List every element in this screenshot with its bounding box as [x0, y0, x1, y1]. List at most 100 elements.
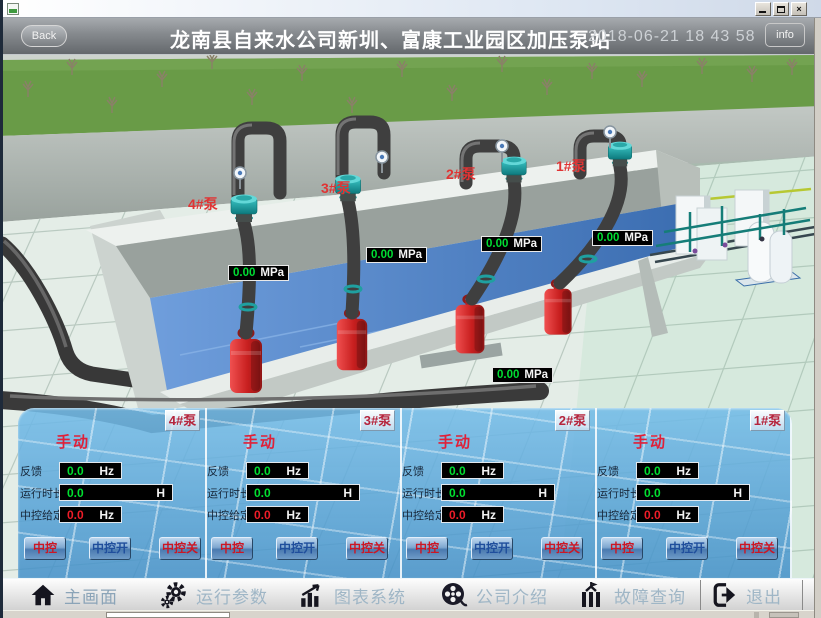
pump-panel-3: 3#泵 手动 反馈 0.0Hz 运行时长 0.0H 中控给定 0.0Hz 中控 …: [205, 408, 400, 578]
timestamp: 2018-06-21 18 43 58: [588, 28, 756, 46]
maximize-button[interactable]: [773, 2, 789, 16]
scene-label-pump2: 2#泵: [446, 164, 476, 184]
pressure-unit: MPa: [513, 238, 537, 250]
bottom-status-strip: [0, 610, 821, 618]
nav-label: 图表系统: [334, 583, 406, 608]
gear-icon: [160, 581, 188, 609]
pressure-value: 0.00: [497, 369, 519, 381]
nav-divider: [700, 580, 701, 610]
runtime-display: 0.0H: [441, 484, 555, 501]
nav-label: 公司介绍: [476, 583, 548, 608]
pump-tag: 3#泵: [360, 410, 395, 431]
central-control-off-button[interactable]: 中控关: [159, 537, 201, 560]
nav-item-exit[interactable]: 退出: [712, 581, 782, 609]
feedback-label: 反馈: [20, 463, 59, 479]
pressure-display-pump2: 0.00 MPa: [481, 236, 542, 252]
nav-divider: [802, 580, 803, 610]
minimize-icon: [759, 11, 766, 13]
central-control-button[interactable]: 中控: [211, 537, 253, 560]
central-control-on-button[interactable]: 中控开: [276, 537, 318, 560]
home-icon: [30, 582, 56, 608]
pressure-display-pump4: 0.00 MPa: [228, 265, 289, 281]
pressure-value: 0.00: [597, 232, 619, 244]
film-reel-icon: [440, 581, 468, 609]
minimize-button[interactable]: [755, 2, 771, 16]
mode-indicator: 手动: [243, 431, 277, 452]
feedback-display: 0.0Hz: [246, 462, 309, 479]
runtime-label: 运行时长: [402, 485, 441, 501]
setpoint-label: 中控给定: [402, 507, 441, 523]
panel-divider: [790, 408, 792, 578]
nav-item-main-screen[interactable]: 主画面: [30, 581, 118, 609]
scene-label-pump3: 3#泵: [321, 178, 351, 198]
maximize-icon: [777, 6, 785, 13]
pump-panel-1: 1#泵 手动 反馈 0.0Hz 运行时长 0.0H 中控给定 0.0Hz 中控 …: [595, 408, 790, 578]
setpoint-display: 0.0Hz: [636, 506, 699, 523]
runtime-display: 0.0H: [246, 484, 360, 501]
nav-item-chart-system[interactable]: 图表系统: [298, 581, 406, 609]
central-control-off-button[interactable]: 中控关: [346, 537, 388, 560]
pressure-value: 0.00: [486, 238, 508, 250]
scene-3d: 4#泵 3#泵 2#泵 1#泵 0.00MPa 0.00MPa 0.00MPa …: [0, 55, 821, 578]
setpoint-label: 中控给定: [20, 507, 59, 523]
feedback-label: 反馈: [402, 463, 441, 479]
nav-bar: 主画面 运行参数 图表系统: [0, 578, 821, 610]
pressure-value: 0.00: [233, 267, 255, 279]
pump-tag: 2#泵: [555, 410, 590, 431]
setpoint-display: 0.0Hz: [246, 506, 309, 523]
pressure-unit: MPa: [260, 267, 284, 279]
mode-indicator: 手动: [438, 431, 472, 452]
setpoint-label: 中控给定: [597, 507, 636, 523]
pump-control-overlay: 4#泵 手动 反馈 0.0Hz 运行时长 0.0H 中控给定 0.0Hz 中控 …: [18, 408, 792, 578]
app-window: × Back 龙南县自来水公司新圳、富康工业园区加压泵站 2018-06-21 …: [0, 0, 821, 618]
central-control-on-button[interactable]: 中控开: [89, 537, 131, 560]
central-control-off-button[interactable]: 中控关: [736, 537, 778, 560]
close-button[interactable]: ×: [791, 2, 807, 16]
exit-icon: [712, 582, 738, 608]
nav-item-run-params[interactable]: 运行参数: [160, 581, 268, 609]
pump-tag: 4#泵: [165, 410, 200, 431]
nav-item-fault-query[interactable]: 故障查询: [578, 581, 686, 609]
feedback-label: 反馈: [207, 463, 246, 479]
nav-label: 故障查询: [614, 583, 686, 608]
nav-label: 退出: [746, 583, 782, 608]
mode-indicator: 手动: [633, 431, 667, 452]
chart-icon: [298, 582, 326, 608]
runtime-display: 0.0H: [59, 484, 173, 501]
back-button[interactable]: Back: [21, 25, 67, 47]
central-control-on-button[interactable]: 中控开: [666, 537, 708, 560]
setpoint-display: 0.0Hz: [441, 506, 504, 523]
runtime-display: 0.0H: [636, 484, 750, 501]
bottom-widget: [754, 612, 759, 618]
scene-label-pump1: 1#泵: [556, 156, 586, 176]
mode-indicator: 手动: [56, 431, 90, 452]
central-control-on-button[interactable]: 中控开: [471, 537, 513, 560]
pressure-unit: MPa: [524, 369, 548, 381]
pump-panel-4: 4#泵 手动 反馈 0.0Hz 运行时长 0.0H 中控给定 0.0Hz 中控 …: [18, 408, 205, 578]
pressure-display-outlet: 0.00 MPa: [492, 367, 553, 383]
feedback-display: 0.0Hz: [59, 462, 122, 479]
pressure-display-pump1: 0.00 MPa: [592, 230, 653, 246]
central-control-button[interactable]: 中控: [24, 537, 66, 560]
info-button[interactable]: info: [765, 23, 805, 47]
central-control-button[interactable]: 中控: [601, 537, 643, 560]
pressure-unit: MPa: [624, 232, 648, 244]
setpoint-display: 0.0Hz: [59, 506, 122, 523]
feedback-display: 0.0Hz: [441, 462, 504, 479]
nav-item-company-intro[interactable]: 公司介绍: [440, 581, 548, 609]
pump-tag: 1#泵: [750, 410, 785, 431]
pump-panel-2: 2#泵 手动 反馈 0.0Hz 运行时长 0.0H 中控给定 0.0Hz 中控 …: [400, 408, 595, 578]
scene-label-pump4: 4#泵: [188, 194, 218, 214]
page-title: 龙南县自来水公司新圳、富康工业园区加压泵站: [170, 24, 590, 53]
nav-label: 运行参数: [196, 583, 268, 608]
feedback-display: 0.0Hz: [636, 462, 699, 479]
header-bar: Back 龙南县自来水公司新圳、富康工业园区加压泵站 2018-06-21 18…: [0, 18, 821, 55]
setpoint-label: 中控给定: [207, 507, 246, 523]
bottom-input-box[interactable]: [106, 612, 230, 618]
bottom-widget: [769, 612, 799, 618]
pressure-display-pump3: 0.00MPa: [366, 247, 427, 263]
central-control-button[interactable]: 中控: [406, 537, 448, 560]
central-control-off-button[interactable]: 中控关: [541, 537, 583, 560]
title-bar: ×: [0, 0, 821, 18]
pressure-unit: MPa: [398, 249, 422, 261]
